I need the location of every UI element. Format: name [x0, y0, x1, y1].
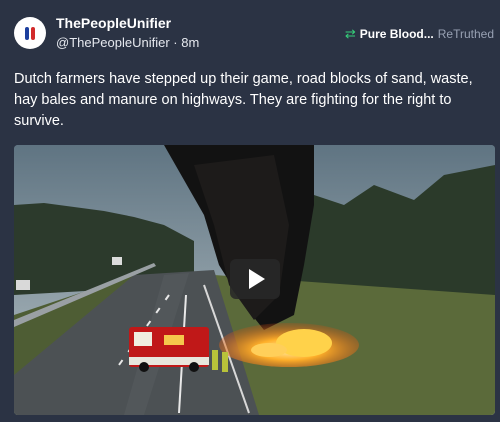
- author-handle[interactable]: @ThePeopleUnifier: [56, 35, 170, 50]
- retruth-label: ReTruthed: [437, 27, 494, 41]
- play-icon[interactable]: [230, 259, 280, 299]
- author-name[interactable]: ThePeopleUnifier: [56, 15, 171, 31]
- avatar-logo-red: [31, 27, 35, 40]
- meta-separator: ·: [173, 35, 178, 50]
- post-card: ThePeopleUnifier @ThePeopleUnifier · 8m …: [0, 0, 500, 422]
- retruth-indicator: ⇄ Pure Blood... ReTruthed: [345, 26, 494, 42]
- author-meta: @ThePeopleUnifier · 8m: [56, 35, 199, 50]
- post-time[interactable]: 8m: [181, 35, 199, 50]
- video-player[interactable]: [14, 145, 495, 415]
- retruth-icon: ⇄: [344, 26, 356, 41]
- avatar[interactable]: [14, 17, 46, 49]
- retruth-user[interactable]: Pure Blood...: [360, 27, 434, 41]
- post-text: Dutch farmers have stepped up their game…: [14, 71, 473, 129]
- avatar-logo-blue: [25, 27, 29, 40]
